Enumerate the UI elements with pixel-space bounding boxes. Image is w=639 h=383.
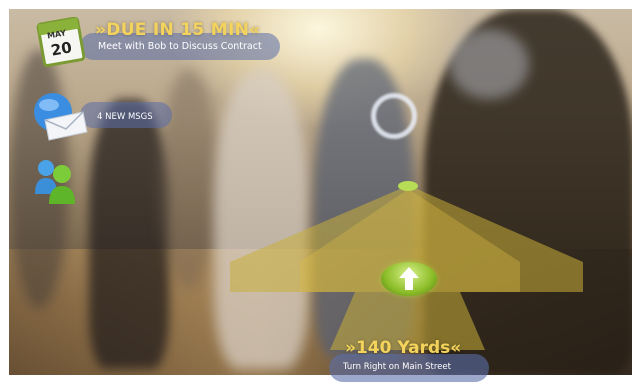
turn-instruction: Turn Right on Main Street	[343, 362, 451, 372]
waypoint-marker	[398, 181, 418, 191]
ar-viewport: MAY 20 »DUE IN 15 MIN« Meet with Bob to …	[0, 0, 639, 383]
due-subtitle: Meet with Bob to Discuss Contract	[98, 41, 262, 52]
due-title: »DUE IN 15 MIN«	[95, 20, 261, 40]
up-arrow-icon	[399, 267, 419, 290]
mail-globe-icon[interactable]	[31, 90, 91, 142]
calendar-day: 20	[49, 38, 74, 60]
people-icon[interactable]	[33, 158, 79, 212]
new-messages-label: 4 NEW MSGS	[97, 112, 153, 122]
distance-label: »140 Yards«	[345, 338, 462, 358]
